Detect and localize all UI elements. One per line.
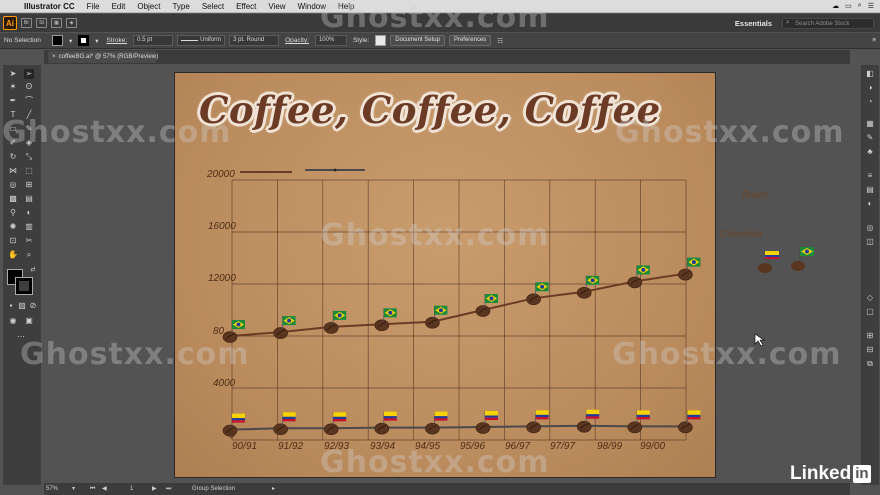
status-bar: 57% ▾ ⏮ ◀ 1 ▶ ⏭ Group Selection ▸ bbox=[44, 483, 850, 495]
zoom-level[interactable]: 57% bbox=[46, 483, 58, 495]
mouse-cursor-icon bbox=[754, 333, 765, 347]
current-tool-status: Group Selection bbox=[192, 486, 236, 492]
colombia-bean-symbol[interactable] bbox=[758, 251, 779, 273]
artboard-nav-prev-icon[interactable]: ◀ bbox=[102, 483, 107, 495]
linkedin-logo: Linked in bbox=[790, 463, 871, 485]
zoom-dropdown-icon[interactable]: ▾ bbox=[72, 483, 75, 495]
brazil-bean-symbol[interactable] bbox=[791, 247, 814, 271]
artboard-nav-last-icon[interactable]: ⏭ bbox=[166, 483, 171, 495]
linkedin-text: Linked bbox=[790, 463, 852, 484]
artboard-nav-next-icon[interactable]: ▶ bbox=[152, 483, 157, 495]
artboard-nav-first-icon[interactable]: ⏮ bbox=[90, 483, 95, 495]
linkedin-badge: in bbox=[853, 465, 871, 483]
status-menu-icon[interactable]: ▸ bbox=[272, 483, 275, 495]
loose-symbols bbox=[754, 247, 814, 347]
artboard-number[interactable]: 1 bbox=[130, 483, 133, 495]
